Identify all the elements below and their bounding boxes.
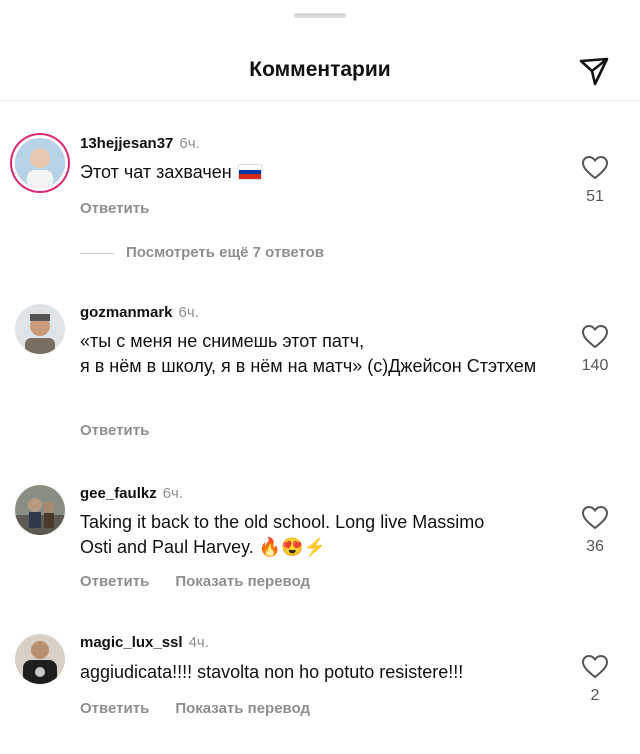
like-control: 2 [575,655,615,705]
comment-text: «ты с меня не снимешь этот патч, я в нём… [80,331,537,376]
like-control: 140 [575,325,615,375]
russia-flag-emoji [237,164,262,180]
reply-button[interactable]: Ответить [80,422,149,439]
heart-icon[interactable] [582,325,608,349]
avatar[interactable] [15,304,65,354]
comment-text-wrap: Этот чат захвачен [80,160,550,185]
heart-icon[interactable] [582,655,608,679]
translate-button[interactable]: Показать перевод [175,700,310,717]
avatar[interactable] [15,634,65,684]
view-more-replies[interactable]: Посмотреть ещё 7 ответов [80,244,324,261]
reply-button[interactable]: Ответить [80,700,149,717]
send-icon[interactable] [578,55,610,87]
reply-button[interactable]: Ответить [80,573,149,590]
avatar[interactable] [15,485,65,535]
reply-button[interactable]: Ответить [80,200,149,217]
username[interactable]: gozmanmark [80,304,173,321]
comment-meta: magic_lux_ssl 4ч. [80,634,209,651]
comment-actions: Ответить Показать перевод [80,700,336,717]
sheet-drag-handle[interactable] [294,13,346,18]
timestamp: 6ч. [162,485,184,502]
heart-icon[interactable] [582,156,608,180]
timestamp: 6ч. [178,304,199,321]
comment-text: Taking it back to the old school. Long l… [80,512,485,557]
view-more-label: Посмотреть ещё 7 ответов [126,244,325,261]
like-control: 36 [575,506,615,556]
translate-button[interactable]: Показать перевод [175,573,310,590]
comment-meta: 13hejjesan37 6ч. [80,135,200,152]
header: Комментарии [0,40,640,100]
like-control: 51 [575,156,615,206]
timestamp: 4ч. [188,634,209,651]
avatar[interactable] [15,138,65,188]
replies-divider [80,252,114,254]
like-count: 140 [581,357,609,374]
comment-meta: gee_faulkz 6ч. [80,485,183,502]
like-count: 51 [586,188,604,205]
header-divider [0,100,640,101]
like-count: 2 [590,687,600,704]
comment-actions: Ответить [80,200,175,217]
heart-icon[interactable] [582,506,608,530]
comment-text: aggiudicata!!!! stavolta non ho potuto r… [80,662,464,682]
comment-text: Этот чат захвачен [80,162,232,182]
timestamp: 6ч. [179,135,200,152]
page-title: Комментарии [249,58,391,81]
username[interactable]: 13hejjesan37 [80,135,173,152]
comment-meta: gozmanmark 6ч. [80,304,199,321]
comment-actions: Ответить [80,422,175,439]
username[interactable]: gee_faulkz [80,485,157,502]
username[interactable]: magic_lux_ssl [80,634,183,651]
like-count: 36 [586,538,604,555]
comment-actions: Ответить Показать перевод [80,573,336,590]
